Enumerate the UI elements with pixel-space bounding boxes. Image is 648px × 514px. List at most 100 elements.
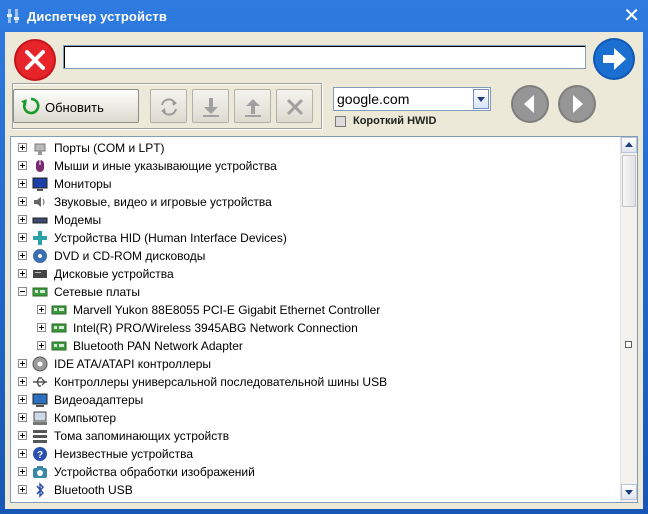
short-hwid-label[interactable]: Короткий HWID xyxy=(353,115,436,127)
tree-row[interactable]: Устройства обработки изображений xyxy=(11,463,611,481)
display-adapter-icon xyxy=(32,393,48,407)
tree-row[interactable]: Сетевые платы xyxy=(11,283,611,301)
tree-item-label: Сетевые платы xyxy=(54,285,141,299)
hid-icon xyxy=(33,231,47,245)
expand-toggle[interactable] xyxy=(18,215,27,224)
usb-icon xyxy=(33,377,47,387)
camera-icon xyxy=(33,466,47,478)
tree-row[interactable]: Видеоадаптеры xyxy=(11,391,611,409)
download-button[interactable] xyxy=(192,89,229,123)
tree-row[interactable]: Bluetooth PAN Network Adapter xyxy=(11,337,611,355)
tree-item-label: Неизвестные устройства xyxy=(54,447,194,461)
tree-item-label: Bluetooth PAN Network Adapter xyxy=(73,339,243,353)
address-input[interactable] xyxy=(63,45,586,69)
network-card-icon xyxy=(51,341,67,351)
speaker-icon xyxy=(34,197,45,207)
disk-icon xyxy=(33,270,47,278)
expand-toggle[interactable] xyxy=(18,251,27,260)
expand-toggle[interactable] xyxy=(18,233,27,242)
tree-row[interactable]: Мониторы xyxy=(11,175,611,193)
go-button[interactable] xyxy=(592,37,636,81)
back-button[interactable] xyxy=(510,84,550,124)
ide-icon xyxy=(32,356,48,372)
refresh-label: Обновить xyxy=(45,100,104,115)
tree-item-label: Marvell Yukon 88E8055 PCI-E Gigabit Ethe… xyxy=(73,303,381,317)
tree-row[interactable]: Дисковые устройства xyxy=(11,265,611,283)
tree-row[interactable]: Тома запоминающих устройств xyxy=(11,427,611,445)
tree-row[interactable]: Intel(R) PRO/Wireless 3945ABG Network Co… xyxy=(11,319,611,337)
chevron-down-icon[interactable] xyxy=(473,89,489,109)
expand-toggle[interactable] xyxy=(18,395,27,404)
stop-button[interactable] xyxy=(13,38,57,82)
computer-icon xyxy=(33,411,47,425)
search-engine-select[interactable]: google.com xyxy=(333,87,491,111)
expand-toggle[interactable] xyxy=(18,431,27,440)
tree-item-label: Мыши и иные указывающие устройства xyxy=(54,159,277,173)
monitor-icon xyxy=(32,177,48,191)
delete-button[interactable] xyxy=(276,89,313,123)
expand-toggle[interactable] xyxy=(18,359,27,368)
tree-item-label: Видеоадаптеры xyxy=(54,393,144,407)
tree-item-label: IDE ATA/ATAPI контроллеры xyxy=(54,357,212,371)
svg-text:?: ? xyxy=(37,450,43,461)
tree-item-label: Модемы xyxy=(54,213,102,227)
expand-toggle[interactable] xyxy=(18,449,27,458)
network-card-icon xyxy=(32,287,48,297)
tree-row[interactable]: Bluetooth USB xyxy=(11,481,611,499)
upload-button[interactable] xyxy=(234,89,271,123)
tree-row[interactable]: Marvell Yukon 88E8055 PCI-E Gigabit Ethe… xyxy=(11,301,611,319)
expand-toggle[interactable] xyxy=(37,323,46,332)
tree-row[interactable]: Порты (COM и LPT) xyxy=(11,139,611,157)
expand-toggle[interactable] xyxy=(18,269,27,278)
app-window: Диспетчер устройств ✕ Обновить google.co… xyxy=(0,0,648,514)
cross-icon xyxy=(286,98,304,116)
tree-row[interactable]: Модемы xyxy=(11,211,611,229)
arrow-down-icon xyxy=(203,98,219,117)
tree-row[interactable]: Контроллеры универсальной последовательн… xyxy=(11,373,611,391)
arrow-up-icon xyxy=(245,99,261,117)
expand-toggle[interactable] xyxy=(18,485,27,494)
close-button[interactable]: ✕ xyxy=(623,5,640,27)
expand-toggle[interactable] xyxy=(18,197,27,206)
sync-icon xyxy=(161,98,177,116)
scroll-grip xyxy=(625,341,632,348)
expand-toggle[interactable] xyxy=(18,143,27,152)
expand-toggle[interactable] xyxy=(18,377,27,386)
device-tree[interactable]: Порты (COM и LPT) Мыши и иные указывающие… xyxy=(10,136,638,503)
tree-row[interactable]: Звуковые, видео и игровые устройства xyxy=(11,193,611,211)
tree-item-label: Устройства HID (Human Interface Devices) xyxy=(54,231,287,245)
window-title: Диспетчер устройств xyxy=(27,9,167,24)
tree-row[interactable]: ? Неизвестные устройства xyxy=(11,445,611,463)
sync-button[interactable] xyxy=(150,89,187,123)
network-card-icon xyxy=(51,305,67,315)
tree-row[interactable]: DVD и CD-ROM дисководы xyxy=(11,247,611,265)
forward-button[interactable] xyxy=(557,84,597,124)
tree-item-label: Порты (COM и LPT) xyxy=(54,141,165,155)
scroll-thumb[interactable] xyxy=(622,155,636,207)
mouse-icon xyxy=(36,160,44,172)
tree-row[interactable]: Мыши и иные указывающие устройства xyxy=(11,157,611,175)
refresh-button[interactable]: Обновить xyxy=(13,89,139,123)
tree-item-label: Intel(R) PRO/Wireless 3945ABG Network Co… xyxy=(73,321,358,335)
short-hwid-checkbox[interactable] xyxy=(335,116,346,127)
tree-row[interactable]: Устройства HID (Human Interface Devices) xyxy=(11,229,611,247)
scroll-down-button[interactable] xyxy=(621,484,637,500)
expand-toggle[interactable] xyxy=(18,467,27,476)
tree-row[interactable]: IDE ATA/ATAPI контроллеры xyxy=(11,355,611,373)
expand-toggle[interactable] xyxy=(18,413,27,422)
search-engine-value: google.com xyxy=(337,91,410,107)
tree-item-label: Тома запоминающих устройств xyxy=(54,429,230,443)
tree-item-label: Контроллеры универсальной последовательн… xyxy=(54,375,388,389)
expand-toggle[interactable] xyxy=(37,341,46,350)
unknown-device-icon: ? xyxy=(33,447,47,461)
expand-toggle[interactable] xyxy=(18,161,27,170)
tree-item-label: Устройства обработки изображений xyxy=(54,465,255,479)
title-bar[interactable]: Диспетчер устройств ✕ xyxy=(0,0,648,32)
port-icon xyxy=(34,143,46,155)
expand-toggle[interactable] xyxy=(18,179,27,188)
tree-row[interactable]: Компьютер xyxy=(11,409,611,427)
expand-toggle[interactable] xyxy=(37,305,46,314)
vertical-scrollbar[interactable] xyxy=(620,137,637,502)
scroll-up-button[interactable] xyxy=(621,137,637,153)
collapse-toggle[interactable] xyxy=(18,287,27,296)
